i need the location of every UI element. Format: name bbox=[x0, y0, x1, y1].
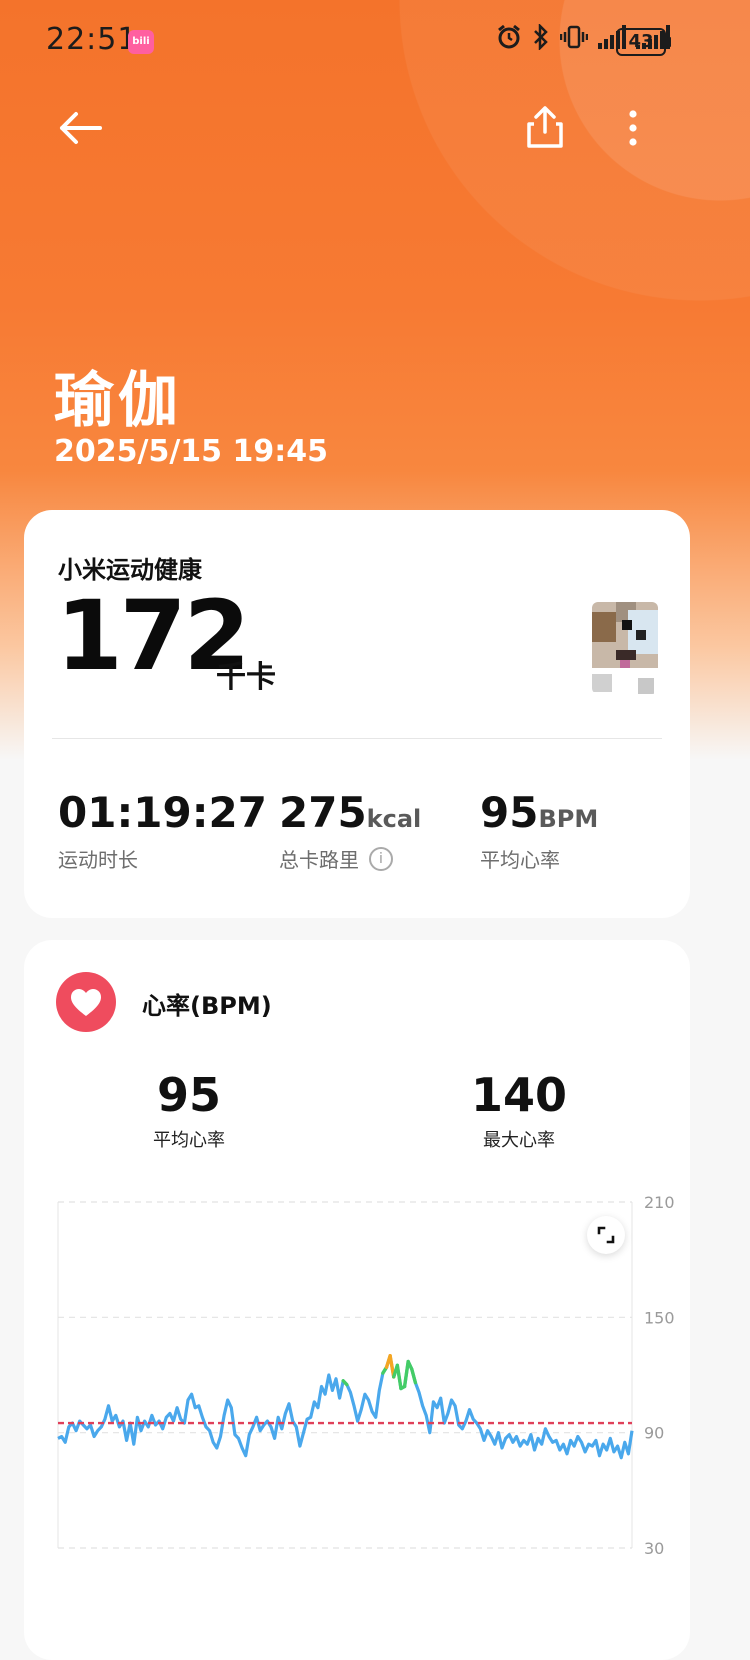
workout-datetime: 2025/5/15 19:45 bbox=[54, 434, 328, 469]
hr-average-label: 平均心率 bbox=[153, 1130, 225, 1151]
bluetooth-icon bbox=[534, 24, 548, 50]
hr-average: 95 平均心率 bbox=[139, 1072, 239, 1152]
summary-card: 小米运动健康 172 千卡 01:19:27 运动时长 275kcal 总卡路里… bbox=[24, 510, 690, 918]
heart-rate-high-segment bbox=[395, 1363, 403, 1391]
y-tick-label: 210 bbox=[644, 1193, 675, 1212]
hr-max-value: 140 bbox=[470, 1068, 568, 1122]
heart-rate-high-segment bbox=[410, 1367, 418, 1385]
duration-stat: 01:19:27 运动时长 bbox=[58, 792, 267, 873]
hr-average-value: 95 bbox=[156, 1068, 221, 1122]
heart-rate-title: 心率(BPM) bbox=[142, 992, 272, 1020]
y-tick-label: 150 bbox=[644, 1308, 675, 1327]
info-icon[interactable]: i bbox=[369, 846, 393, 871]
avg-heart-rate-stat: 95BPM 平均心率 bbox=[480, 792, 598, 873]
total-calories-stat: 275kcal 总卡路里 i bbox=[279, 792, 421, 873]
duration-label: 运动时长 bbox=[58, 848, 138, 872]
more-options-icon[interactable] bbox=[618, 106, 648, 150]
total-calories-value: 275 bbox=[279, 788, 367, 837]
calories-unit: 千卡 bbox=[216, 660, 276, 695]
status-time: 22:51 bbox=[46, 22, 138, 57]
hr-max-label: 最大心率 bbox=[483, 1130, 555, 1151]
status-bar: 22:51 bili 43 bbox=[0, 0, 750, 84]
heart-icon bbox=[56, 972, 116, 1032]
heart-rate-high-segment bbox=[402, 1359, 410, 1389]
total-calories-label: 总卡路里 bbox=[279, 848, 359, 872]
heart-rate-card: 心率(BPM) 95 平均心率 140 最大心率 210 150 90 30 bbox=[24, 940, 690, 1660]
expand-icon bbox=[597, 1226, 615, 1244]
avg-heart-rate-value: 95 bbox=[480, 788, 539, 837]
avg-heart-rate-label: 平均心率 bbox=[480, 848, 560, 872]
back-arrow-icon[interactable] bbox=[56, 108, 104, 148]
vibrate-icon bbox=[560, 25, 588, 49]
battery-indicator: 43 bbox=[616, 28, 671, 56]
avatar bbox=[592, 602, 658, 694]
bilibili-icon: bili bbox=[128, 30, 154, 54]
expand-chart-button[interactable] bbox=[587, 1216, 625, 1254]
y-tick-label: 30 bbox=[644, 1539, 664, 1558]
alarm-icon bbox=[498, 24, 520, 49]
y-tick-label: 90 bbox=[644, 1424, 664, 1443]
share-icon[interactable] bbox=[524, 104, 566, 150]
avg-heart-rate-unit: BPM bbox=[538, 805, 599, 833]
heart-rate-line bbox=[57, 1354, 634, 1460]
workout-title: 瑜伽 bbox=[54, 366, 182, 436]
card-divider bbox=[52, 738, 662, 739]
duration-value: 01:19:27 bbox=[58, 788, 267, 837]
total-calories-unit: kcal bbox=[366, 805, 422, 833]
hr-max: 140 最大心率 bbox=[469, 1072, 569, 1152]
